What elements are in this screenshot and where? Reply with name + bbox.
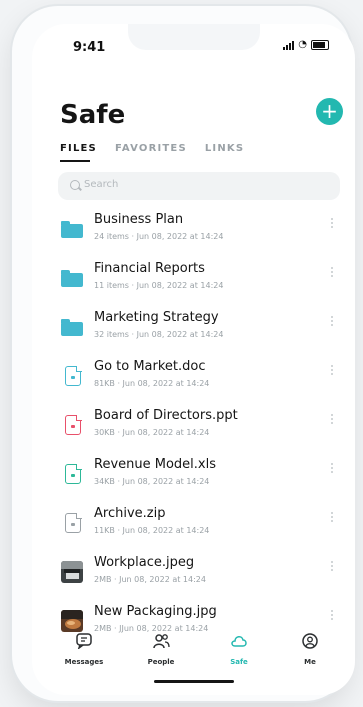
phone-frame: 9:41 ◔ Safe + FILES FAVORITES LINKS Sear… [12, 6, 355, 701]
page-title: Safe [60, 100, 126, 130]
home-indicator[interactable] [154, 680, 234, 683]
people-icon [153, 634, 170, 649]
chat-icon [76, 633, 92, 651]
nav-label: Messages [64, 658, 104, 666]
file-meta: 11 items · Jun 08, 2022 at 14:24 [94, 281, 224, 290]
cloud-icon [231, 636, 247, 647]
file-name: Archive.zip [94, 506, 166, 521]
file-meta: 11KB · Jun 08, 2022 at 14:24 [94, 526, 210, 535]
list-item[interactable]: Archive.zip 11KB · Jun 08, 2022 at 14:24 [32, 504, 355, 553]
search-placeholder: Search [84, 179, 119, 190]
more-options-icon[interactable] [329, 559, 335, 579]
nav-label: People [147, 658, 175, 666]
more-options-icon[interactable] [329, 363, 335, 383]
file-name: Marketing Strategy [94, 310, 219, 325]
folder-icon [60, 266, 84, 290]
tab-links[interactable]: LINKS [205, 143, 244, 154]
list-item[interactable]: Business Plan 24 items · Jun 08, 2022 at… [32, 210, 355, 259]
file-name: New Packaging.jpg [94, 604, 217, 619]
file-name: Revenue Model.xls [94, 457, 216, 472]
nav-item-me[interactable]: Me [280, 633, 340, 666]
signal-icon [283, 40, 295, 50]
folder-icon [60, 315, 84, 339]
user-icon [302, 633, 318, 649]
tab-files[interactable]: FILES [60, 143, 97, 154]
search-input[interactable]: Search [58, 172, 340, 200]
add-button[interactable]: + [316, 98, 343, 125]
file-meta: 34KB · Jun 08, 2022 at 14:24 [94, 477, 210, 486]
file-meta: 32 items · Jun 08, 2022 at 14:24 [94, 330, 224, 339]
tab-bar: FILES FAVORITES LINKS [60, 143, 244, 154]
file-name: Workplace.jpeg [94, 555, 195, 570]
status-bar: 9:41 ◔ [32, 38, 355, 56]
list-item[interactable]: Marketing Strategy 32 items · Jun 08, 20… [32, 308, 355, 357]
nav-label: Safe [230, 658, 248, 666]
list-item[interactable]: Go to Market.doc 81KB · Jun 08, 2022 at … [32, 357, 355, 406]
list-item[interactable]: Revenue Model.xls 34KB · Jun 08, 2022 at… [32, 455, 355, 504]
more-options-icon[interactable] [329, 461, 335, 481]
battery-icon [311, 40, 329, 50]
doc-file-icon [60, 364, 84, 388]
file-name: Go to Market.doc [94, 359, 206, 374]
wifi-icon: ◔ [298, 39, 307, 50]
folder-icon [60, 217, 84, 241]
list-item[interactable]: Financial Reports 11 items · Jun 08, 202… [32, 259, 355, 308]
more-options-icon[interactable] [329, 608, 335, 628]
status-time: 9:41 [73, 40, 106, 55]
file-meta: 2MB · Jun 08, 2022 at 14:24 [94, 575, 206, 584]
image-thumbnail [60, 560, 84, 584]
more-options-icon[interactable] [329, 314, 335, 334]
more-options-icon[interactable] [329, 412, 335, 432]
nav-label: Me [304, 658, 316, 666]
xls-file-icon [60, 462, 84, 486]
image-thumbnail [60, 609, 84, 633]
nav-item-messages[interactable]: Messages [54, 633, 114, 666]
ppt-file-icon [60, 413, 84, 437]
search-icon [70, 180, 80, 190]
file-meta: 24 items · Jun 08, 2022 at 14:24 [94, 232, 224, 241]
active-tab-indicator [60, 160, 90, 162]
app-screen: 9:41 ◔ Safe + FILES FAVORITES LINKS Sear… [32, 24, 355, 695]
file-meta: 2MB · JJun 08, 2022 at 14:24 [94, 624, 209, 633]
packaging-photo-icon [61, 610, 83, 632]
bottom-nav: Messages People Safe Me [32, 633, 355, 677]
file-meta: 30KB · Jun 08, 2022 at 14:24 [94, 428, 210, 437]
nav-item-people[interactable]: People [131, 633, 191, 666]
plus-icon: + [321, 99, 338, 123]
tab-favorites[interactable]: FAVORITES [115, 143, 187, 154]
file-name: Business Plan [94, 212, 184, 227]
file-meta: 81KB · Jun 08, 2022 at 14:24 [94, 379, 210, 388]
nav-item-safe[interactable]: Safe [209, 633, 269, 666]
more-options-icon[interactable] [329, 265, 335, 285]
file-name: Financial Reports [94, 261, 205, 276]
list-item[interactable]: Workplace.jpeg 2MB · Jun 08, 2022 at 14:… [32, 553, 355, 602]
zip-file-icon [60, 511, 84, 535]
list-item[interactable]: Board of Directors.ppt 30KB · Jun 08, 20… [32, 406, 355, 455]
file-name: Board of Directors.ppt [94, 408, 238, 423]
more-options-icon[interactable] [329, 216, 335, 236]
more-options-icon[interactable] [329, 510, 335, 530]
workplace-photo-icon [61, 561, 83, 583]
